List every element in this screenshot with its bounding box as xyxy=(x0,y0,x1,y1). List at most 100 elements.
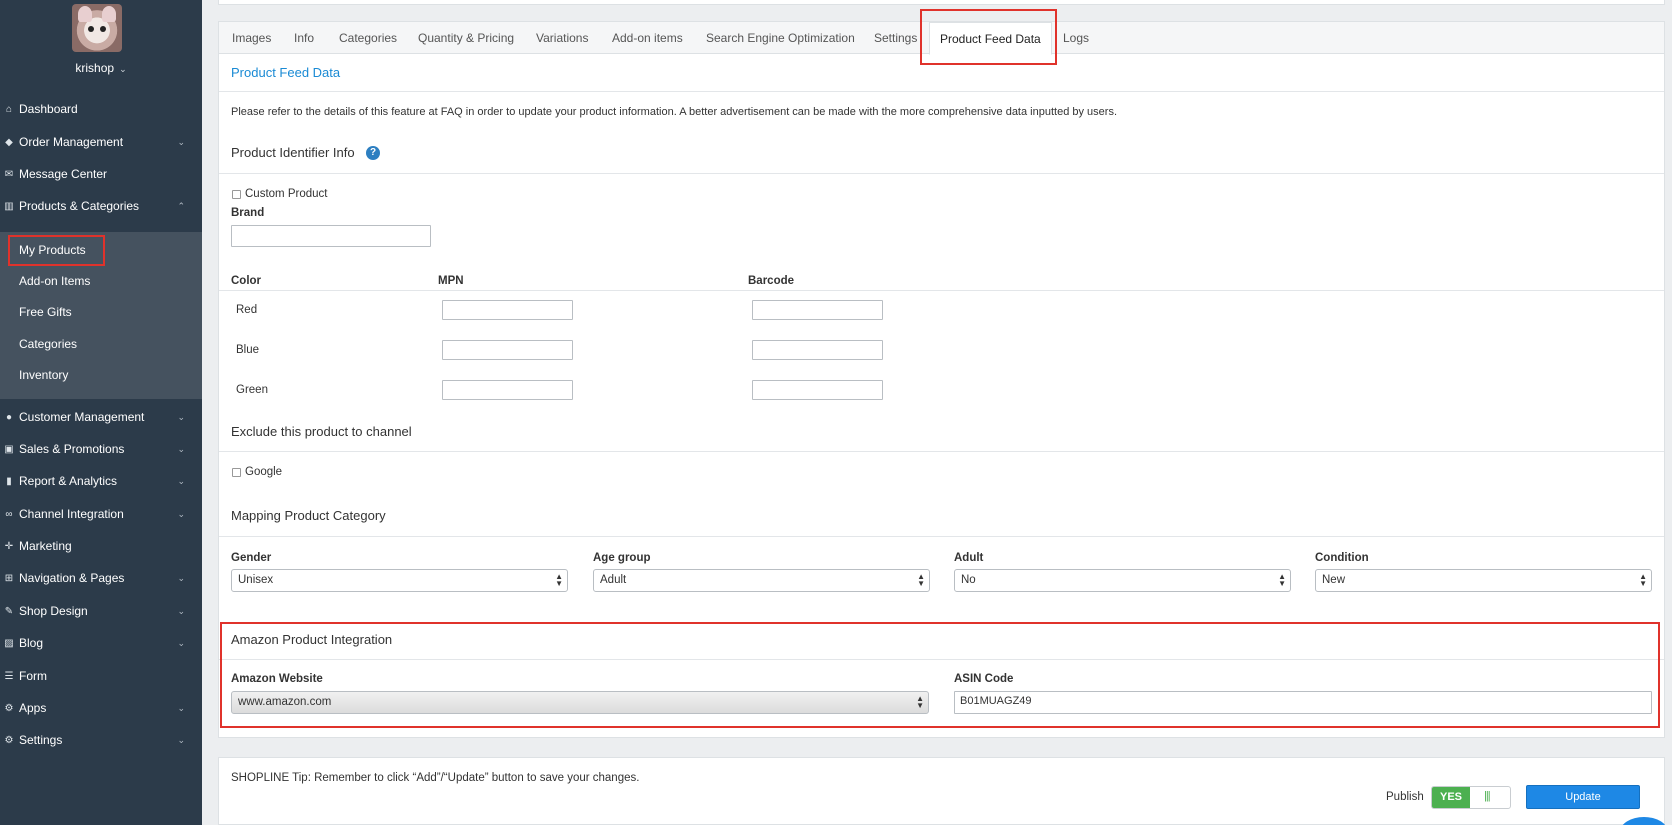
bar-chart-icon: ▮ xyxy=(6,475,12,487)
sidebar-item-message-center[interactable]: ✉ Message Center xyxy=(0,158,202,190)
adult-label: Adult xyxy=(954,552,984,564)
sidebar-item-order-management[interactable]: ◆ Order Management ⌄ xyxy=(0,126,202,158)
sidebar-item-label: Report & Analytics xyxy=(19,474,118,488)
publish-toggle[interactable]: YES ||| xyxy=(1431,786,1511,809)
sidebar-item-products-categories[interactable]: ▥ Products & Categories ⌃ xyxy=(0,190,202,222)
sidebar-item-label: Dashboard xyxy=(19,102,78,116)
help-icon[interactable]: ? xyxy=(366,146,380,160)
variant-color: Blue xyxy=(236,344,260,356)
sidebar-item-shop-design[interactable]: ✎ Shop Design ⌄ xyxy=(0,595,202,627)
sidebar-item-label: Products & Categories xyxy=(19,199,140,213)
chevron-down-icon: ⌄ xyxy=(177,605,185,616)
tab-variations[interactable]: Variations xyxy=(536,31,588,45)
sidebar-subitem-inventory[interactable]: Inventory xyxy=(19,368,68,382)
my-products-highlight xyxy=(8,235,105,266)
sidebar-item-apps[interactable]: ⚙ Apps ⌄ xyxy=(0,692,202,724)
mpn-input[interactable] xyxy=(442,300,573,320)
tab-addon-items[interactable]: Add-on items xyxy=(612,31,683,45)
sidebar-item-label: Sales & Promotions xyxy=(19,442,125,456)
tab-images[interactable]: Images xyxy=(232,31,271,45)
sidebar-item-label: Apps xyxy=(19,701,47,715)
money-icon: ▣ xyxy=(4,443,14,455)
tag-icon: ◆ xyxy=(5,136,13,148)
sidebar-item-label: Shop Design xyxy=(19,604,88,618)
sidebar-item-label: Order Management xyxy=(19,135,124,149)
user-menu[interactable]: krishop ⌄ xyxy=(0,61,202,75)
users-icon: ● xyxy=(5,411,13,423)
age-group-select[interactable]: Adult ▲ ▼ xyxy=(593,569,930,592)
chevron-down-icon: ⌄ xyxy=(177,443,185,454)
chevron-down-icon: ⌄ xyxy=(119,64,127,74)
tab-logs[interactable]: Logs xyxy=(1063,31,1089,45)
tab-seo[interactable]: Search Engine Optimization xyxy=(706,31,855,45)
tab-quantity-pricing[interactable]: Quantity & Pricing xyxy=(418,31,514,45)
chevron-up-icon: ⌃ xyxy=(177,200,185,211)
cogs-icon: ⚙ xyxy=(4,702,14,714)
chevron-down-icon: ⌄ xyxy=(177,734,185,745)
sidebar-subitem-addon-items[interactable]: Add-on Items xyxy=(19,274,90,288)
barcode-input[interactable] xyxy=(752,340,883,360)
sidebar-item-dashboard[interactable]: ⌂ Dashboard xyxy=(0,93,202,125)
brand-label: Brand xyxy=(231,207,265,219)
chevron-down-icon: ⌄ xyxy=(177,136,185,147)
condition-select[interactable]: New ▲ ▼ xyxy=(1315,569,1652,592)
custom-product-label: Custom Product xyxy=(245,188,328,200)
intro-text: Please refer to the details of this feat… xyxy=(231,106,1117,118)
product-feed-tab-highlight xyxy=(920,9,1057,65)
adult-select[interactable]: No ▲ ▼ xyxy=(954,569,1291,592)
exclude-section-title: Exclude this product to channel xyxy=(231,424,412,439)
gender-label: Gender xyxy=(231,552,272,564)
link-icon: ∞ xyxy=(5,508,13,520)
google-exclude-checkbox[interactable] xyxy=(232,468,241,477)
sidebar-item-blog[interactable]: ▨ Blog ⌄ xyxy=(0,627,202,659)
color-header: Color xyxy=(231,275,262,287)
barcode-input[interactable] xyxy=(752,380,883,400)
tab-info[interactable]: Info xyxy=(294,31,314,45)
crosshair-icon: ✛ xyxy=(4,540,14,552)
chevron-down-icon: ⌄ xyxy=(177,702,185,713)
condition-label: Condition xyxy=(1315,552,1369,564)
sidebar-item-navigation-pages[interactable]: ⊞ Navigation & Pages ⌄ xyxy=(0,562,202,594)
gender-select[interactable]: Unisex ▲ ▼ xyxy=(231,569,568,592)
mpn-input[interactable] xyxy=(442,380,573,400)
barcode-input[interactable] xyxy=(752,300,883,320)
sidebar-item-label: Channel Integration xyxy=(19,507,124,521)
chevron-down-icon: ⌄ xyxy=(177,508,185,519)
sidebar-item-report-analytics[interactable]: ▮ Report & Analytics ⌄ xyxy=(0,465,202,497)
tab-settings[interactable]: Settings xyxy=(874,31,917,45)
sidebar-item-marketing[interactable]: ✛ Marketing xyxy=(0,530,202,562)
sidebar-item-sales-promotions[interactable]: ▣ Sales & Promotions ⌄ xyxy=(0,433,202,465)
sidebar: krishop ⌄ ⌂ Dashboard ◆ Order Management ⌄ ✉ Me… xyxy=(0,0,202,825)
sidebar-item-label: Navigation & Pages xyxy=(19,571,125,585)
list-icon: ☰ xyxy=(4,670,14,682)
sidebar-item-form[interactable]: ☰ Form xyxy=(0,660,202,692)
sidebar-item-label: Settings xyxy=(19,733,63,747)
publish-yes-label: YES xyxy=(1432,787,1470,808)
sidebar-item-label: Message Center xyxy=(19,167,108,181)
mpn-header: MPN xyxy=(438,275,464,287)
avatar[interactable] xyxy=(72,4,122,52)
chevron-down-icon: ⌄ xyxy=(177,572,185,583)
sidebar-subitem-categories[interactable]: Categories xyxy=(19,337,77,351)
page-title: Product Feed Data xyxy=(231,65,341,80)
gear-icon: ⚙ xyxy=(4,734,14,746)
home-icon: ⌂ xyxy=(5,103,13,115)
footer-tip: SHOPLINE Tip: Remember to click “Add”/“U… xyxy=(231,772,640,784)
toggle-grip-icon: ||| xyxy=(1484,790,1491,802)
username-label: krishop xyxy=(75,61,115,75)
google-exclude-label: Google xyxy=(245,466,283,478)
chevron-down-icon: ⌄ xyxy=(177,475,185,486)
header-strip xyxy=(218,0,1665,5)
tab-categories[interactable]: Categories xyxy=(339,31,397,45)
sidebar-item-customer-management[interactable]: ● Customer Management ⌄ xyxy=(0,401,202,433)
update-button[interactable]: Update xyxy=(1526,785,1640,809)
brand-input[interactable] xyxy=(231,225,431,247)
mpn-input[interactable] xyxy=(442,340,573,360)
custom-product-checkbox[interactable] xyxy=(232,190,241,199)
sidebar-subitem-free-gifts[interactable]: Free Gifts xyxy=(19,305,72,319)
sidebar-item-channel-integration[interactable]: ∞ Channel Integration ⌄ xyxy=(0,498,202,530)
chevron-down-icon: ⌄ xyxy=(177,637,185,648)
sidebar-item-settings[interactable]: ⚙ Settings ⌄ xyxy=(0,724,202,756)
sitemap-icon: ⊞ xyxy=(4,572,14,584)
barcode-header: Barcode xyxy=(748,275,795,287)
